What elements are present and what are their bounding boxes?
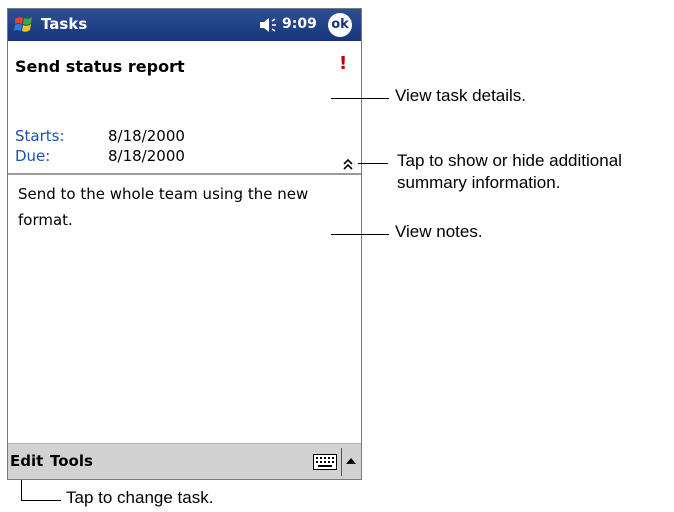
tools-menu[interactable]: Tools xyxy=(50,452,93,470)
callout-line-notes xyxy=(331,234,389,235)
callout-line-edit-horizontal xyxy=(21,500,61,501)
callout-toggle-line2: summary information. xyxy=(397,173,561,192)
due-value: 8/18/2000 xyxy=(108,147,185,165)
callout-toggle-line1: Tap to show or hide additional xyxy=(397,151,622,170)
pocket-pc-screen: Tasks 9:09 ok Send status report ! Start… xyxy=(7,8,362,480)
callout-line-details xyxy=(331,98,389,99)
sip-divider xyxy=(341,448,342,476)
title-bar: Tasks 9:09 ok xyxy=(8,9,361,41)
speaker-icon[interactable] xyxy=(258,17,278,33)
callout-line-edit-vertical xyxy=(21,480,22,500)
edit-menu[interactable]: Edit xyxy=(10,452,43,470)
callout-toggle-summary: Tap to show or hide additional summary i… xyxy=(397,150,622,194)
task-title: Send status report xyxy=(15,57,185,76)
callout-view-notes: View notes. xyxy=(395,222,483,241)
summary-divider xyxy=(8,173,361,175)
menu-bar: Edit Tools xyxy=(8,443,361,479)
ok-button[interactable]: ok xyxy=(328,13,352,37)
callout-change-task: Tap to change task. xyxy=(66,488,214,507)
due-label: Due: xyxy=(15,147,51,165)
clock[interactable]: 9:09 xyxy=(282,16,317,32)
summary-toggle-icon[interactable] xyxy=(341,157,355,171)
callout-view-task-details: View task details. xyxy=(395,86,527,105)
app-title: Tasks xyxy=(41,15,88,33)
starts-label: Starts: xyxy=(15,127,65,145)
notes-area[interactable]: Send to the whole team using the new for… xyxy=(18,181,353,233)
starts-value: 8/18/2000 xyxy=(108,127,185,145)
callout-line-toggle xyxy=(358,163,388,164)
up-arrow-icon[interactable] xyxy=(345,456,357,466)
keyboard-icon[interactable] xyxy=(313,454,337,470)
windows-flag-icon[interactable] xyxy=(12,13,36,37)
priority-high-icon: ! xyxy=(339,53,348,74)
